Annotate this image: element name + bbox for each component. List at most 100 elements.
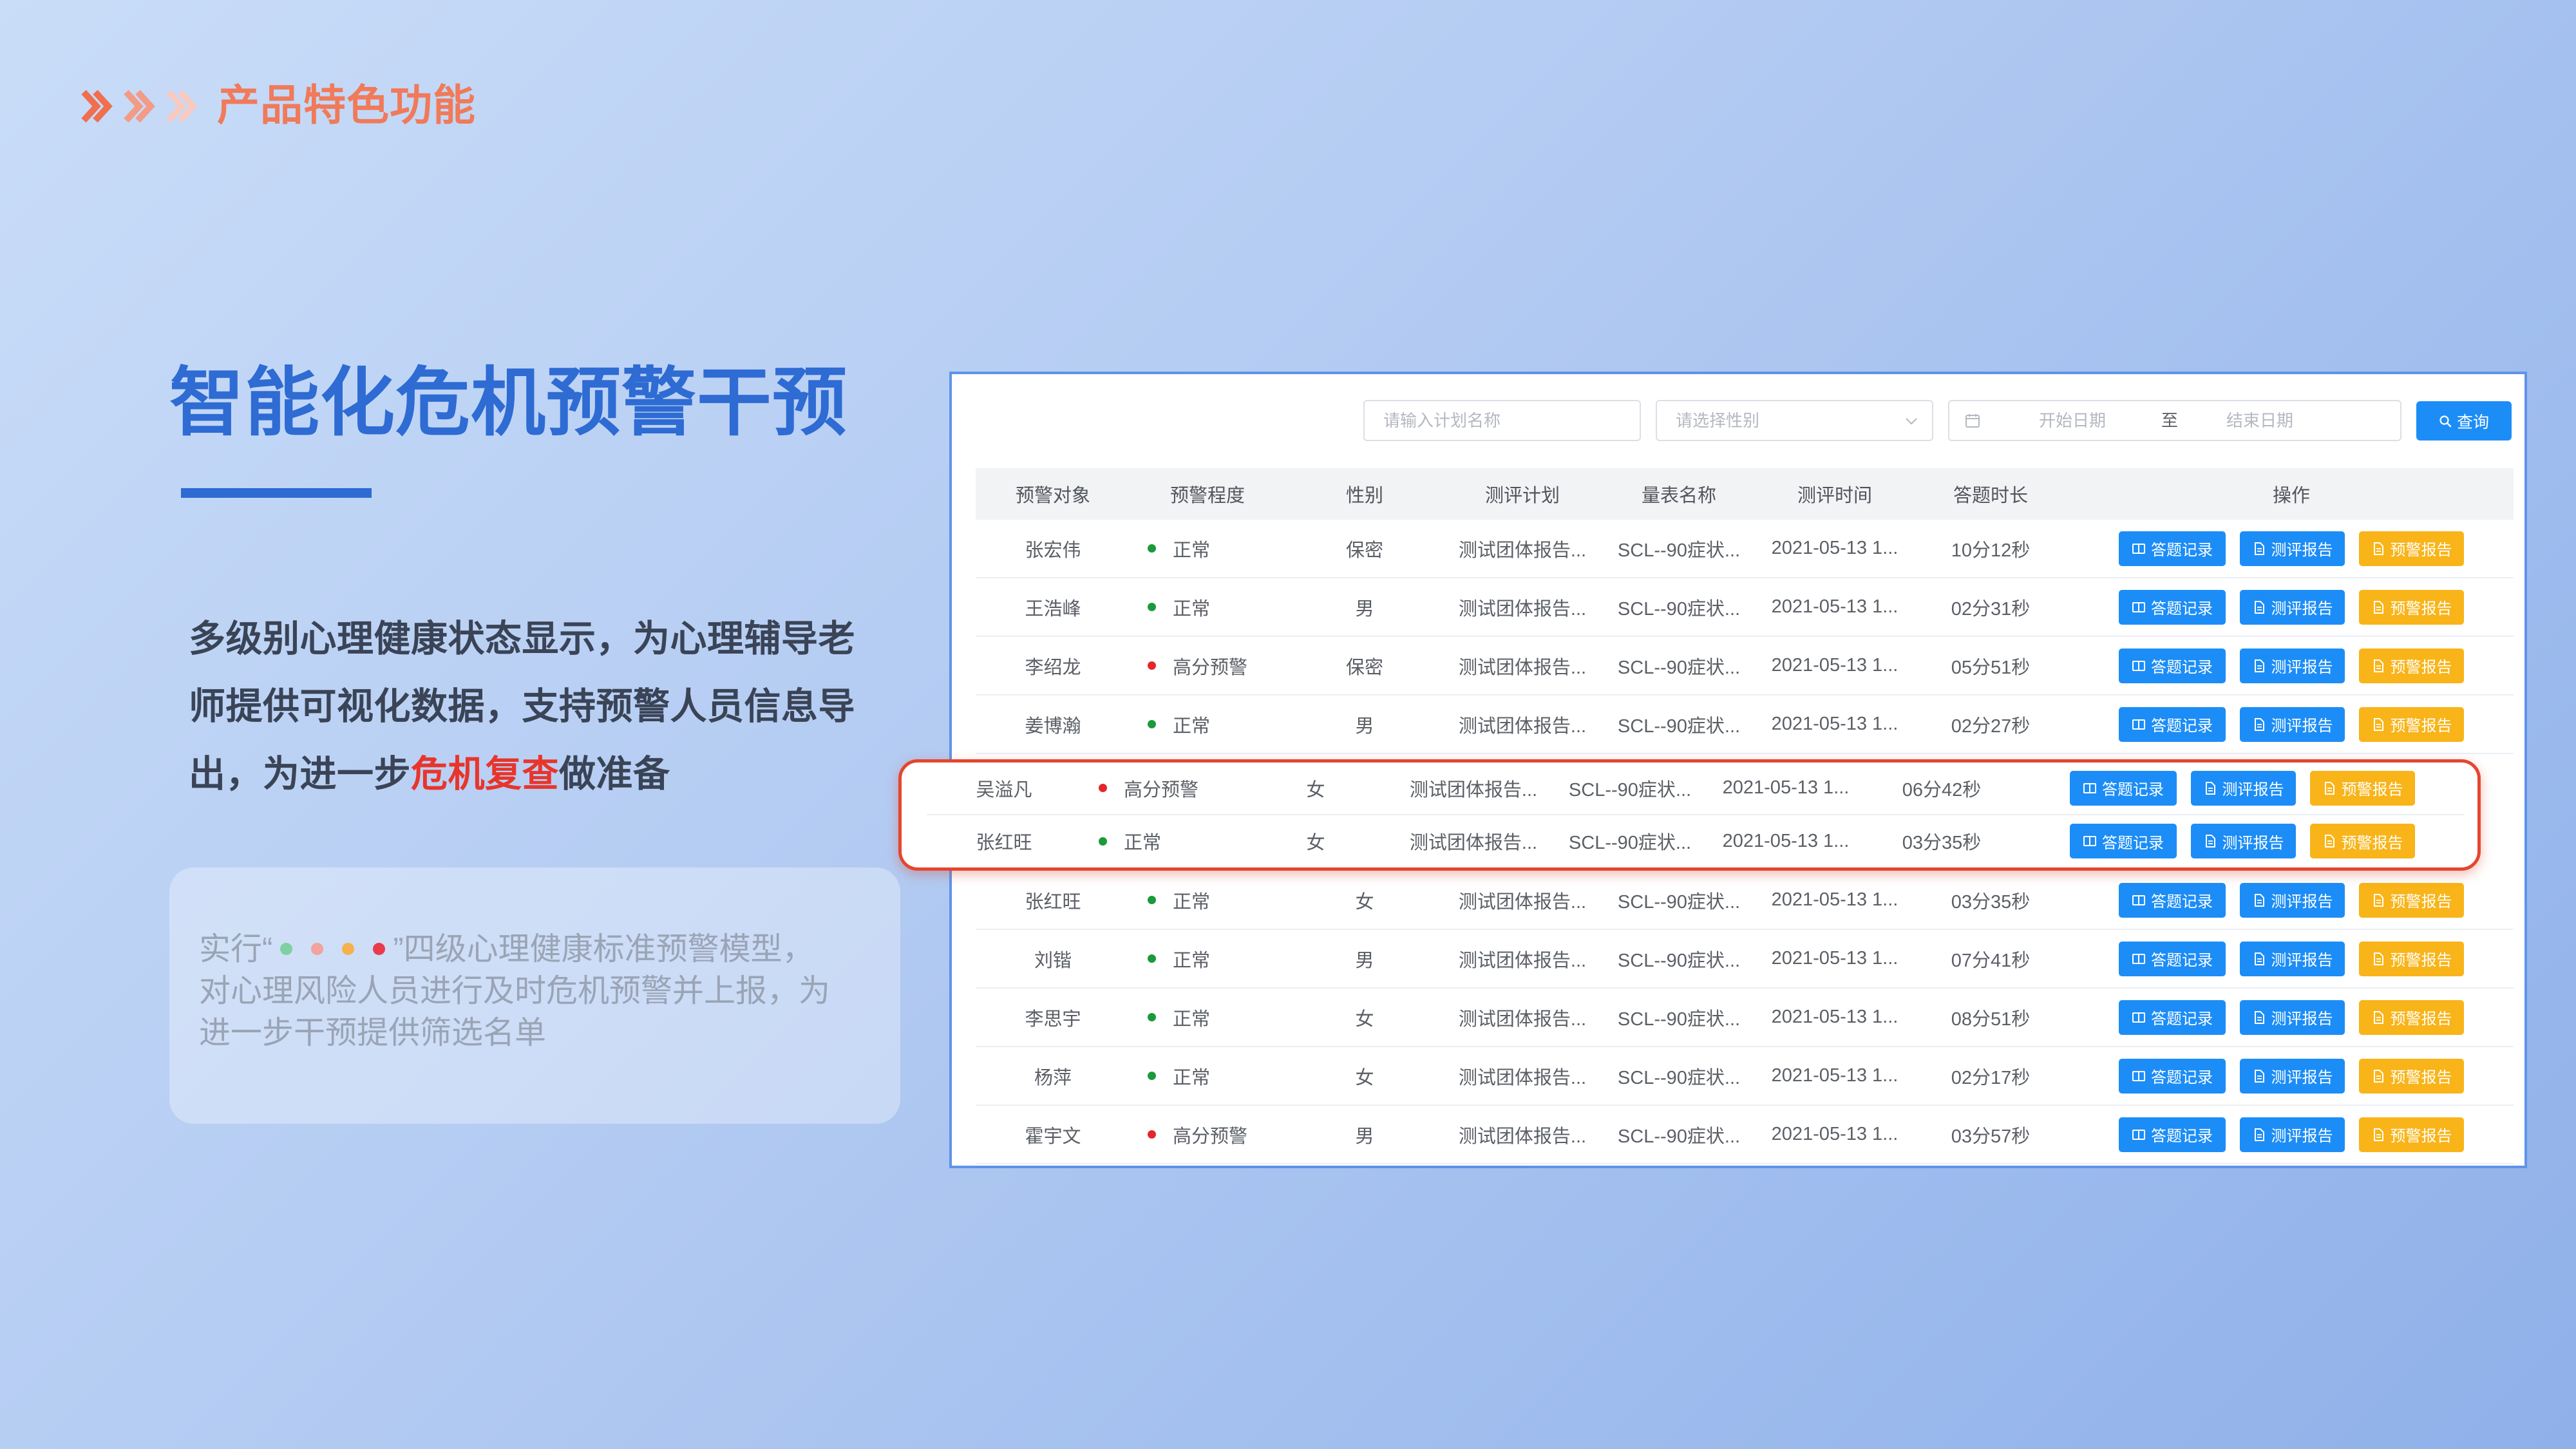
status-dot bbox=[1148, 720, 1156, 728]
book-icon bbox=[2132, 543, 2145, 554]
warning-level-text: 高分预警 bbox=[1173, 657, 1248, 678]
table-row: 李绍龙 高分预警 保密 测试团体报告... SCL--90症状... 2021-… bbox=[976, 637, 2514, 696]
cell-actions: 答题记录 测评报告 预警报告 bbox=[2020, 770, 2465, 806]
section-title: 产品特色功能 bbox=[217, 81, 476, 129]
gender-select-input[interactable] bbox=[1676, 401, 1895, 440]
warning-report-button[interactable]: 预警报告 bbox=[2310, 824, 2415, 859]
document-icon bbox=[2205, 781, 2215, 795]
cell-gender: 男 bbox=[1355, 1126, 1374, 1147]
cell-actions: 答题记录 测评报告 预警报告 bbox=[2069, 999, 2514, 1035]
answer-record-button[interactable]: 答题记录 bbox=[2119, 706, 2226, 742]
book-icon bbox=[2132, 1070, 2145, 1081]
assessment-report-label: 测评报告 bbox=[2271, 1128, 2333, 1145]
cell-time: 2021-05-13 1... bbox=[1771, 1065, 1899, 1086]
cell-time: 2021-05-13 1... bbox=[1771, 714, 1899, 734]
cell-scale: SCL--90症状... bbox=[1617, 891, 1741, 913]
assessment-report-button[interactable]: 测评报告 bbox=[2240, 531, 2345, 566]
column-header-duration: 答题时长 bbox=[1953, 486, 2028, 506]
answer-record-button[interactable]: 答题记录 bbox=[2119, 1058, 2226, 1094]
cell-warning-subject: 张红旺 bbox=[976, 833, 1032, 854]
warning-report-button[interactable]: 预警报告 bbox=[2359, 999, 2464, 1035]
answer-record-button[interactable]: 答题记录 bbox=[2119, 882, 2226, 918]
warning-report-label: 预警报告 bbox=[2390, 1128, 2452, 1145]
assessment-report-label: 测评报告 bbox=[2271, 1069, 2333, 1086]
status-dot bbox=[1148, 1130, 1156, 1139]
plan-name-input[interactable] bbox=[1383, 401, 1628, 440]
warning-report-label: 预警报告 bbox=[2390, 659, 2452, 676]
date-range-picker[interactable]: 至 bbox=[1948, 400, 2401, 441]
cell-plan: 测试团体报告... bbox=[1458, 540, 1587, 561]
assessment-report-button[interactable]: 测评报告 bbox=[2240, 706, 2345, 742]
assessment-report-button[interactable]: 测评报告 bbox=[2191, 824, 2296, 859]
cell-scale: SCL--90症状... bbox=[1617, 715, 1741, 737]
warning-report-button[interactable]: 预警报告 bbox=[2359, 882, 2464, 918]
start-date-input[interactable] bbox=[2027, 401, 2118, 440]
cell-scale: SCL--90症状... bbox=[1568, 779, 1692, 800]
column-header-scale: 量表名称 bbox=[1641, 486, 1716, 506]
cell-time: 2021-05-13 1... bbox=[1771, 596, 1899, 617]
assessment-report-button[interactable]: 测评报告 bbox=[2240, 648, 2345, 683]
cell-duration: 02分27秒 bbox=[1951, 715, 2031, 737]
document-icon bbox=[2254, 717, 2264, 731]
cell-duration: 03分57秒 bbox=[1951, 1126, 2031, 1147]
warning-report-button[interactable]: 预警报告 bbox=[2359, 531, 2464, 566]
status-dot bbox=[1148, 661, 1156, 670]
column-header-level: 预警程度 bbox=[1170, 486, 1245, 506]
book-icon bbox=[2132, 601, 2145, 612]
gender-select[interactable] bbox=[1656, 400, 1933, 441]
book-icon bbox=[2132, 1129, 2145, 1140]
cell-actions: 答题记录 测评报告 预警报告 bbox=[2069, 589, 2514, 625]
cell-gender: 女 bbox=[1306, 833, 1325, 854]
cell-warning-level: 正常 bbox=[1130, 535, 1285, 562]
assessment-report-button[interactable]: 测评报告 bbox=[2240, 589, 2345, 625]
assessment-report-button[interactable]: 测评报告 bbox=[2191, 770, 2296, 806]
table-row: 张红旺 正常 女 测试团体报告... SCL--90症状... 2021-05-… bbox=[927, 815, 2465, 868]
answer-record-label: 答题记录 bbox=[2102, 834, 2164, 852]
cell-scale: SCL--90症状... bbox=[1617, 598, 1741, 620]
assessment-report-button[interactable]: 测评报告 bbox=[2240, 1058, 2345, 1094]
answer-record-button[interactable]: 答题记录 bbox=[2070, 824, 2177, 859]
description-line: 多级别心理健康状态显示，为心理辅导老 bbox=[189, 618, 855, 659]
table-row: 霍宇文 高分预警 男 测试团体报告... SCL--90症状... 2021-0… bbox=[976, 1106, 2514, 1164]
warning-report-button[interactable]: 预警报告 bbox=[2359, 1058, 2464, 1094]
answer-record-button[interactable]: 答题记录 bbox=[2119, 941, 2226, 976]
column-header-time: 测评时间 bbox=[1797, 486, 1872, 506]
cell-duration: 03分35秒 bbox=[1902, 833, 1982, 854]
end-date-input[interactable] bbox=[2214, 401, 2306, 440]
assessment-report-button[interactable]: 测评报告 bbox=[2240, 941, 2345, 976]
warning-level-text: 正常 bbox=[1173, 598, 1211, 620]
query-button[interactable]: 查询 bbox=[2416, 401, 2512, 440]
cell-gender: 保密 bbox=[1345, 540, 1383, 561]
cell-scale: SCL--90症状... bbox=[1568, 833, 1692, 854]
plan-name-search-field[interactable] bbox=[1363, 400, 1641, 441]
warning-report-label: 预警报告 bbox=[2390, 893, 2452, 911]
cell-warning-level: 正常 bbox=[1130, 594, 1285, 621]
answer-record-button[interactable]: 答题记录 bbox=[2070, 770, 2177, 806]
warning-report-button[interactable]: 预警报告 bbox=[2359, 648, 2464, 683]
description-line: 出，为进一步危机复查做准备 bbox=[189, 741, 855, 808]
book-icon bbox=[2083, 836, 2096, 847]
answer-record-button[interactable]: 答题记录 bbox=[2119, 589, 2226, 625]
answer-record-button[interactable]: 答题记录 bbox=[2119, 648, 2226, 683]
cell-actions: 答题记录 测评报告 预警报告 bbox=[2020, 824, 2465, 859]
warning-report-button[interactable]: 预警报告 bbox=[2310, 770, 2415, 806]
level-dot-orange bbox=[342, 942, 355, 955]
answer-record-button[interactable]: 答题记录 bbox=[2119, 1117, 2226, 1152]
document-icon bbox=[2373, 1069, 2383, 1083]
search-icon bbox=[2439, 415, 2452, 427]
warning-report-button[interactable]: 预警报告 bbox=[2359, 1117, 2464, 1152]
cell-duration: 05分51秒 bbox=[1951, 657, 2031, 678]
assessment-report-button[interactable]: 测评报告 bbox=[2240, 999, 2345, 1035]
cell-plan: 测试团体报告... bbox=[1409, 833, 1538, 854]
assessment-report-button[interactable]: 测评报告 bbox=[2240, 1117, 2345, 1152]
warning-report-button[interactable]: 预警报告 bbox=[2359, 706, 2464, 742]
document-icon bbox=[2373, 717, 2383, 731]
answer-record-button[interactable]: 答题记录 bbox=[2119, 999, 2226, 1035]
cell-warning-level: 正常 bbox=[1130, 945, 1285, 972]
document-icon bbox=[2254, 893, 2264, 907]
answer-record-button[interactable]: 答题记录 bbox=[2119, 531, 2226, 566]
warning-report-label: 预警报告 bbox=[2341, 834, 2403, 852]
warning-report-button[interactable]: 预警报告 bbox=[2359, 941, 2464, 976]
warning-report-button[interactable]: 预警报告 bbox=[2359, 589, 2464, 625]
assessment-report-button[interactable]: 测评报告 bbox=[2240, 882, 2345, 918]
